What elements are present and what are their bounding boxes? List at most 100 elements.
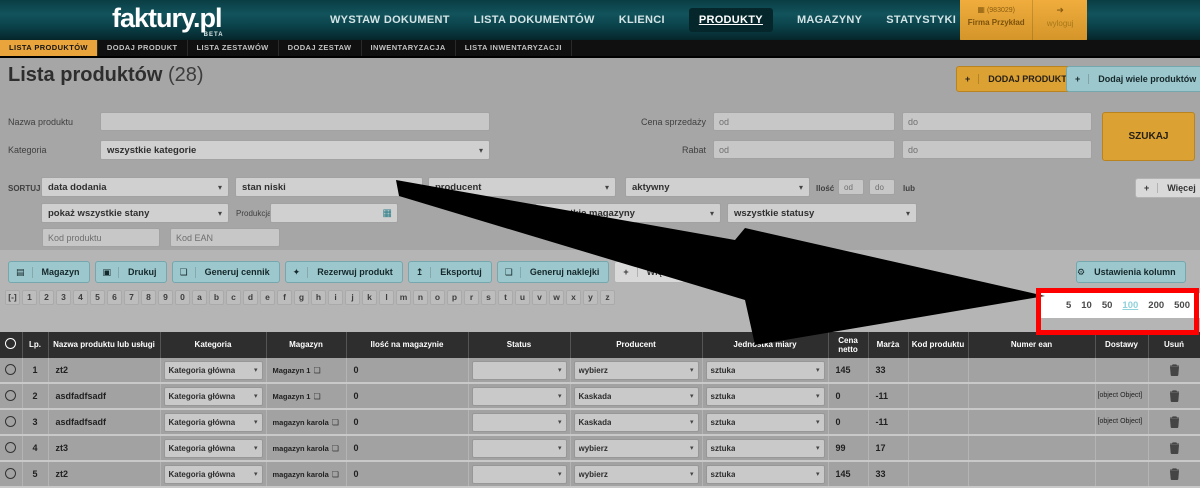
- subtab-lista-produktow[interactable]: LISTA PRODUKTÓW: [0, 40, 98, 56]
- production-date-field[interactable]: ▦: [270, 203, 398, 223]
- generate-pricelist-button[interactable]: ❏Generuj cennik: [172, 261, 280, 283]
- subtab-lista-inwentaryzacji[interactable]: LISTA INWENTARYZACJI: [456, 40, 572, 56]
- logout-button[interactable]: ➜ wyloguj: [1032, 0, 1087, 44]
- generate-labels-button[interactable]: ❏Generuj naklejki: [497, 261, 610, 283]
- row-unit-select[interactable]: sztuka: [706, 387, 825, 406]
- add-product-button[interactable]: + DODAJ PRODUKT: [956, 66, 1077, 92]
- price-to-input[interactable]: [902, 112, 1092, 131]
- alphabet-filter-item[interactable]: t: [498, 290, 513, 305]
- discount-from-input[interactable]: [713, 140, 895, 159]
- row-status-select[interactable]: [472, 439, 567, 458]
- alphabet-filter-item[interactable]: [-]: [5, 290, 20, 305]
- row-unit-select[interactable]: sztuka: [706, 465, 825, 484]
- row-select[interactable]: [0, 383, 22, 409]
- subtab-dodaj-zestaw[interactable]: DODAJ ZESTAW: [279, 40, 362, 56]
- export-button[interactable]: ↥Eksportuj: [408, 261, 492, 283]
- sort-select-active[interactable]: aktywny: [625, 177, 810, 197]
- column-settings-button[interactable]: ⚙ Ustawienia kolumn: [1076, 261, 1186, 283]
- row-producer-select[interactable]: Kaskada: [574, 413, 699, 432]
- warehouses-select[interactable]: wszystkie magazyny: [535, 203, 721, 223]
- alphabet-filter-item[interactable]: 5: [90, 290, 105, 305]
- alphabet-filter-item[interactable]: s: [481, 290, 496, 305]
- row-producer-select[interactable]: wybierz: [574, 439, 699, 458]
- nav-produkty[interactable]: PRODUKTY: [689, 8, 773, 32]
- page-size-100[interactable]: 100: [1122, 300, 1138, 311]
- page-size-5[interactable]: 5: [1066, 300, 1071, 311]
- alphabet-filter-item[interactable]: 6: [107, 290, 122, 305]
- row-unit-select[interactable]: sztuka: [706, 413, 825, 432]
- nav-wystaw-dokument[interactable]: WYSTAW DOKUMENT: [330, 14, 450, 26]
- warehouse-transfer-icon[interactable]: ❏: [313, 366, 320, 375]
- warehouse-button[interactable]: ▤Magazyn: [8, 261, 90, 283]
- states-select[interactable]: pokaż wszystkie stany: [41, 203, 229, 223]
- page-size-500[interactable]: 500: [1174, 300, 1190, 311]
- alphabet-filter-item[interactable]: e: [260, 290, 275, 305]
- alphabet-filter-item[interactable]: u: [515, 290, 530, 305]
- brand-logo[interactable]: faktury.plBETA: [112, 3, 222, 34]
- alphabet-filter-item[interactable]: 3: [56, 290, 71, 305]
- alphabet-filter-item[interactable]: p: [447, 290, 462, 305]
- alphabet-filter-item[interactable]: j: [345, 290, 360, 305]
- alphabet-filter-item[interactable]: y: [583, 290, 598, 305]
- row-status-select[interactable]: [472, 465, 567, 484]
- row-select[interactable]: [0, 461, 22, 487]
- page-size-10[interactable]: 10: [1081, 300, 1092, 311]
- alphabet-filter-item[interactable]: n: [413, 290, 428, 305]
- alphabet-filter-item[interactable]: h: [311, 290, 326, 305]
- reserve-product-button[interactable]: ✦Rezerwuj produkt: [285, 261, 403, 283]
- subtab-lista-zestawow[interactable]: LISTA ZESTAWÓW: [188, 40, 279, 56]
- alphabet-filter-item[interactable]: 9: [158, 290, 173, 305]
- row-category-select[interactable]: Kategoria główna: [164, 465, 263, 484]
- row-select[interactable]: [0, 358, 22, 383]
- alphabet-filter-item[interactable]: 1: [22, 290, 37, 305]
- alphabet-filter-item[interactable]: 7: [124, 290, 139, 305]
- trash-icon[interactable]: [1169, 390, 1180, 402]
- trash-icon[interactable]: [1169, 416, 1180, 428]
- sort-select-producer[interactable]: producent: [428, 177, 616, 197]
- row-category-select[interactable]: Kategoria główna: [164, 413, 263, 432]
- row-category-select[interactable]: Kategoria główna: [164, 361, 263, 380]
- sort-select-date-added[interactable]: data dodania: [41, 177, 229, 197]
- alphabet-filter-item[interactable]: o: [430, 290, 445, 305]
- product-name-input[interactable]: [100, 112, 490, 131]
- select-all-header[interactable]: [0, 332, 22, 358]
- category-select[interactable]: wszystkie kategorie: [100, 140, 490, 160]
- alphabet-filter-item[interactable]: m: [396, 290, 411, 305]
- nav-lista-dokumentow[interactable]: LISTA DOKUMENTÓW: [474, 14, 595, 26]
- trash-icon[interactable]: [1169, 468, 1180, 480]
- more-filters-button[interactable]: + Więcej: [1135, 178, 1200, 198]
- sort-select-low-stock[interactable]: stan niski: [235, 177, 423, 197]
- alphabet-filter-item[interactable]: a: [192, 290, 207, 305]
- search-button[interactable]: SZUKAJ: [1102, 112, 1195, 161]
- row-select[interactable]: [0, 409, 22, 435]
- alphabet-filter-item[interactable]: g: [294, 290, 309, 305]
- statuses-select[interactable]: wszystkie statusy: [727, 203, 917, 223]
- row-status-select[interactable]: [472, 361, 567, 380]
- print-button[interactable]: ▣Drukuj: [95, 261, 167, 283]
- nav-klienci[interactable]: KLIENCI: [619, 14, 665, 26]
- product-code-input[interactable]: [42, 228, 160, 247]
- alphabet-filter-item[interactable]: z: [600, 290, 615, 305]
- row-category-select[interactable]: Kategoria główna: [164, 439, 263, 458]
- alphabet-filter-item[interactable]: 2: [39, 290, 54, 305]
- row-status-select[interactable]: [472, 387, 567, 406]
- alphabet-filter-item[interactable]: d: [243, 290, 258, 305]
- ean-code-input[interactable]: [170, 228, 280, 247]
- warehouse-transfer-icon[interactable]: ❏: [332, 418, 339, 427]
- row-unit-select[interactable]: sztuka: [706, 439, 825, 458]
- discount-to-input[interactable]: [902, 140, 1092, 159]
- warehouse-transfer-icon[interactable]: ❏: [332, 470, 339, 479]
- calendar-icon[interactable]: ▦: [378, 208, 397, 219]
- alphabet-filter-item[interactable]: 4: [73, 290, 88, 305]
- alphabet-filter-item[interactable]: w: [549, 290, 564, 305]
- alphabet-filter-item[interactable]: r: [464, 290, 479, 305]
- quantity-from-input[interactable]: [838, 179, 864, 195]
- alphabet-filter-item[interactable]: 0: [175, 290, 190, 305]
- more-actions-button[interactable]: +Więcej: [614, 261, 685, 283]
- row-producer-select[interactable]: wybierz: [574, 465, 699, 484]
- trash-icon[interactable]: [1169, 364, 1180, 376]
- alphabet-filter-item[interactable]: k: [362, 290, 377, 305]
- page-size-200[interactable]: 200: [1148, 300, 1164, 311]
- quantity-to-input[interactable]: [869, 179, 895, 195]
- warehouse-transfer-icon[interactable]: ❏: [313, 392, 320, 401]
